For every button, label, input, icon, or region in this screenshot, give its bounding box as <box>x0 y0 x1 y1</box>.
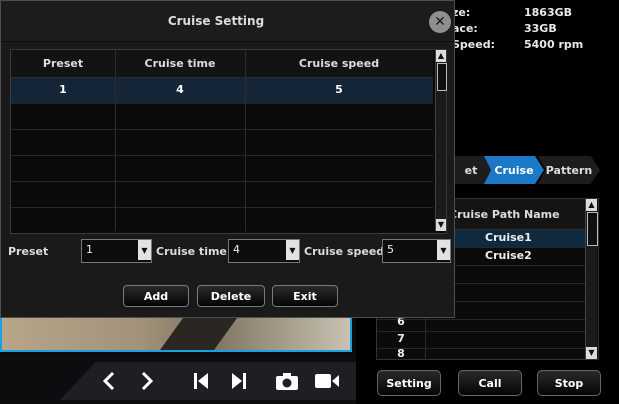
scroll-thumb[interactable] <box>437 63 447 91</box>
tab-cruise[interactable]: Cruise <box>484 156 544 184</box>
close-icon[interactable]: ✕ <box>429 11 451 33</box>
cruise-path-name: Cruise2 <box>485 249 532 262</box>
column-divider <box>115 50 116 231</box>
table-row[interactable] <box>11 208 433 233</box>
table-row[interactable] <box>11 104 433 130</box>
preset-select-value: 1 <box>86 243 93 256</box>
column-header-cruise-speed: Cruise speed <box>298 57 380 70</box>
scroll-up-icon[interactable]: ▲ <box>436 50 446 62</box>
disk-total-value: 1863GB <box>524 6 573 19</box>
preset-label: Preset <box>8 245 49 258</box>
tab-cruise-label: Cruise <box>494 163 534 177</box>
cruise-table-scrollbar[interactable]: ▲ ▼ <box>435 50 447 231</box>
cruise-path-name: Cruise1 <box>485 231 532 244</box>
disk-free-value: 33GB <box>524 22 557 35</box>
disk-speed-label: Speed: <box>452 38 495 51</box>
cruise-time-select-value: 4 <box>233 243 240 256</box>
preset-select[interactable]: 1 ▼ <box>81 239 152 263</box>
prev-icon[interactable] <box>96 368 122 394</box>
chevron-down-icon[interactable]: ▼ <box>437 240 450 260</box>
table-row[interactable] <box>11 130 433 156</box>
cruise-table-header: Preset Cruise time Cruise speed <box>11 50 433 78</box>
cruise-setting-dialog: Cruise Setting ✕ Preset Cruise time Crui… <box>0 0 455 318</box>
table-row[interactable] <box>11 156 433 182</box>
dialog-title: Cruise Setting <box>167 14 265 28</box>
row-number: 8 <box>397 347 405 360</box>
record-icon[interactable] <box>314 368 340 394</box>
cruise-path-row[interactable]: 8 <box>377 346 587 363</box>
add-button[interactable]: Add <box>123 285 189 307</box>
tab-preset-label: et <box>464 163 478 177</box>
table-row[interactable] <box>11 182 433 208</box>
call-button[interactable]: Call <box>458 370 522 396</box>
column-header-cruise-time: Cruise time <box>144 57 216 70</box>
setting-button[interactable]: Setting <box>377 370 441 396</box>
column-divider <box>245 50 246 231</box>
stop-button[interactable]: Stop <box>537 370 601 396</box>
cruise-speed-select-value: 5 <box>387 243 394 256</box>
cell-preset: 1 <box>59 83 67 96</box>
delete-button[interactable]: Delete <box>197 285 265 307</box>
cruise-time-label: Cruise time <box>156 245 227 258</box>
cruise-path-scrollbar[interactable]: ▲ ▼ <box>585 199 598 359</box>
column-header-preset: Preset <box>42 57 84 70</box>
row-number: 7 <box>397 332 405 345</box>
exit-button[interactable]: Exit <box>272 285 338 307</box>
table-row[interactable]: 1 4 5 <box>11 78 433 104</box>
cruise-speed-select[interactable]: 5 ▼ <box>382 239 451 263</box>
cell-cruise-speed: 5 <box>335 83 343 96</box>
cruise-table: Preset Cruise time Cruise speed 1 4 5 ▲ … <box>10 49 447 234</box>
scroll-down-icon[interactable]: ▼ <box>436 219 446 231</box>
camera-icon[interactable] <box>274 368 300 394</box>
dialog-titlebar[interactable]: Cruise Setting ✕ <box>1 1 454 42</box>
chevron-down-icon[interactable]: ▼ <box>138 240 151 260</box>
skip-forward-icon[interactable] <box>226 368 252 394</box>
scroll-thumb[interactable] <box>587 212 598 246</box>
cruise-path-name-header: Cruise Path Name <box>449 208 560 221</box>
tab-pattern[interactable]: Pattern <box>538 156 600 184</box>
scroll-up-icon[interactable]: ▲ <box>586 199 597 211</box>
scroll-down-icon[interactable]: ▼ <box>586 347 597 359</box>
disk-free-label: ace: <box>452 22 478 35</box>
ptz-tab-bar: et Cruise Pattern ▲ <box>446 156 619 184</box>
tab-pattern-label: Pattern <box>545 163 593 177</box>
cruise-speed-label: Cruise speed <box>304 245 385 258</box>
chevron-down-icon[interactable]: ▼ <box>286 240 299 260</box>
cell-cruise-time: 4 <box>176 83 184 96</box>
disk-speed-value: 5400 rpm <box>524 38 584 51</box>
cruise-time-select[interactable]: 4 ▼ <box>228 239 300 263</box>
next-icon[interactable] <box>134 368 160 394</box>
skip-back-icon[interactable] <box>188 368 214 394</box>
